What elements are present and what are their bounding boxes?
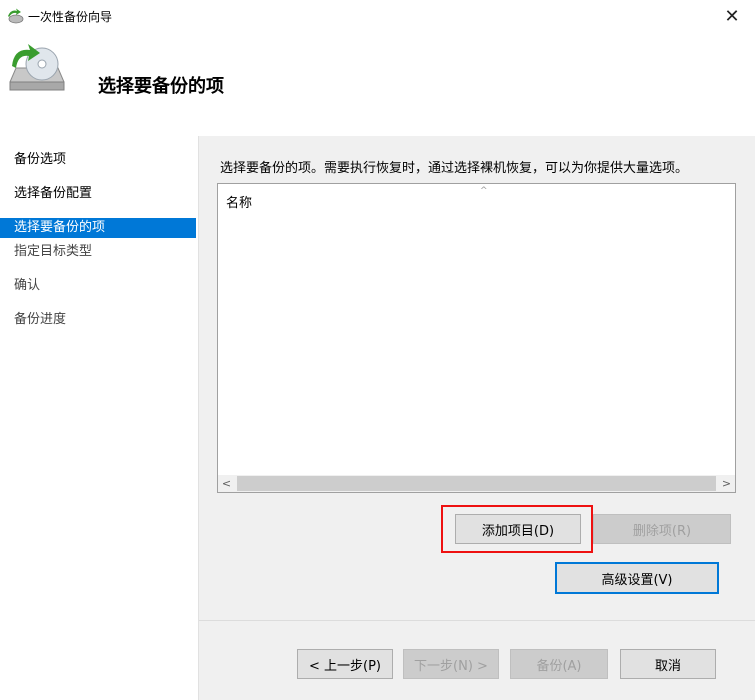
add-items-button[interactable]: 添加项目(D) [455, 514, 581, 544]
step-select-backup-configuration[interactable]: 选择备份配置 [0, 184, 196, 204]
window-title: 一次性备份向导 [28, 10, 113, 24]
backup-items-list[interactable]: 名称 ^ < > [217, 183, 736, 493]
step-confirmation[interactable]: 确认 [0, 276, 196, 296]
wizard-header: 选择要备份的项 [0, 32, 755, 136]
title-bar: 一次性备份向导 ✕ [0, 0, 755, 32]
wizard-steps-sidebar: 备份选项 选择备份配置 选择要备份的项 指定目标类型 确认 备份进度 [0, 136, 198, 700]
sort-caret-icon: ^ [480, 186, 488, 196]
back-button[interactable]: < 上一步(P) [297, 649, 393, 679]
scrollbar-thumb[interactable] [237, 476, 716, 491]
backup-app-icon [8, 8, 24, 24]
footer-separator [199, 620, 755, 621]
horizontal-scrollbar[interactable]: < > [218, 475, 735, 492]
advanced-settings-button[interactable]: 高级设置(V) [555, 562, 719, 594]
step-backup-progress[interactable]: 备份进度 [0, 310, 196, 330]
column-header-name[interactable]: 名称 ^ [218, 184, 735, 212]
instruction-text: 选择要备份的项。需要执行恢复时，通过选择裸机恢复，可以为你提供大量选项。 [220, 161, 689, 176]
step-backup-options[interactable]: 备份选项 [0, 150, 196, 170]
column-header-label: 名称 [226, 196, 253, 211]
remove-items-button[interactable]: 删除项(R) [593, 514, 731, 544]
cancel-button[interactable]: 取消 [620, 649, 716, 679]
page-title: 选择要备份的项 [98, 76, 224, 97]
scroll-right-icon[interactable]: > [718, 475, 735, 492]
step-specify-destination-type[interactable]: 指定目标类型 [0, 242, 196, 262]
backup-button[interactable]: 备份(A) [510, 649, 608, 679]
step-select-items[interactable]: 选择要备份的项 [0, 218, 196, 238]
close-button[interactable]: ✕ [709, 0, 755, 32]
scroll-left-icon[interactable]: < [218, 475, 235, 492]
close-icon: ✕ [724, 5, 740, 27]
next-button[interactable]: 下一步(N) > [403, 649, 499, 679]
main-panel: 选择要备份的项。需要执行恢复时，通过选择裸机恢复，可以为你提供大量选项。 名称 … [198, 136, 755, 700]
backup-disk-icon [9, 44, 65, 91]
